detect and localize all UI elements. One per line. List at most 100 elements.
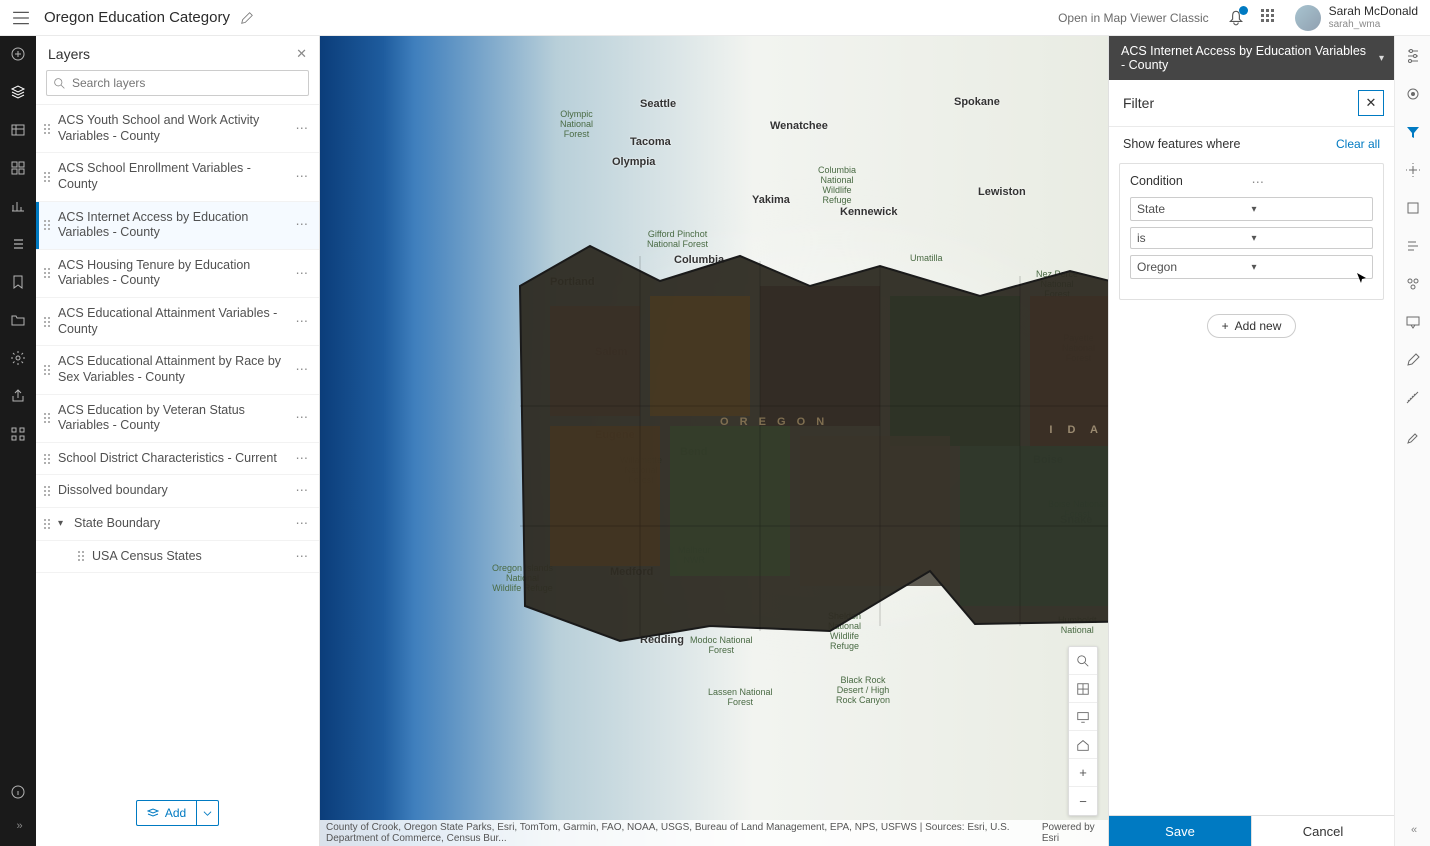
list-icon[interactable] [10, 236, 26, 252]
map-search-button[interactable] [1069, 647, 1097, 675]
layer-item[interactable]: ACS Education by Veteran Status Variable… [36, 395, 319, 443]
forest-label: OlympicNationalForest [560, 110, 593, 140]
search-layers-input[interactable] [72, 76, 302, 90]
settings-gear-icon[interactable] [10, 350, 26, 366]
grid-icon[interactable] [10, 426, 26, 442]
info-icon[interactable] [10, 784, 26, 800]
add-icon[interactable] [10, 46, 26, 62]
sliders-icon[interactable] [1405, 48, 1421, 64]
layer-item[interactable]: ACS Educational Attainment Variables - C… [36, 298, 319, 346]
filter-value-select[interactable]: Oregon ▾ [1130, 255, 1373, 279]
extent-button[interactable] [1069, 703, 1097, 731]
layer-more-icon[interactable]: ⋯ [292, 362, 314, 378]
filter-layer-header[interactable]: ACS Internet Access by Education Variabl… [1109, 36, 1394, 80]
add-condition-button[interactable]: + Add new [1207, 314, 1297, 338]
layer-item[interactable]: ACS Housing Tenure by Education Variable… [36, 250, 319, 298]
popups-icon[interactable] [1405, 314, 1421, 330]
folder-icon[interactable] [10, 312, 26, 328]
drag-handle-icon[interactable] [44, 454, 52, 464]
chevron-down-icon[interactable]: ▾ [58, 518, 68, 531]
edit-icon[interactable] [1405, 352, 1421, 368]
layer-more-icon[interactable]: ⋯ [292, 483, 314, 499]
basemap-icon[interactable] [1405, 200, 1421, 216]
drag-handle-icon[interactable] [44, 486, 52, 496]
bookmark-icon[interactable] [10, 274, 26, 290]
filter-icon[interactable] [1405, 124, 1421, 140]
chevron-down-icon [203, 809, 212, 818]
tools-icon[interactable] [1405, 428, 1421, 444]
layer-item[interactable]: USA Census States⋯ [36, 541, 319, 574]
map-canvas[interactable]: SeattleTacomaOlympiaWenatcheeYakimaKenne… [320, 36, 1108, 846]
chevron-down-icon[interactable]: ▾ [1379, 53, 1384, 64]
oregon-shape [510, 226, 1108, 646]
layer-more-icon[interactable]: ⋯ [292, 266, 314, 282]
notifications-button[interactable] [1227, 9, 1245, 27]
layer-more-icon[interactable]: ⋯ [292, 451, 314, 467]
app-launcher-icon[interactable] [1261, 9, 1279, 27]
drag-handle-icon[interactable] [44, 365, 52, 375]
widgets-icon[interactable] [10, 160, 26, 176]
layer-more-icon[interactable]: ⋯ [292, 217, 314, 233]
share-icon[interactable] [10, 388, 26, 404]
drag-handle-icon[interactable] [44, 317, 52, 327]
table-icon[interactable] [10, 122, 26, 138]
layer-label: ACS Education by Veteran Status Variable… [58, 403, 286, 434]
search-input-wrapper[interactable] [46, 70, 309, 96]
layer-item[interactable]: School District Characteristics - Curren… [36, 443, 319, 476]
zoom-out-button[interactable]: − [1069, 787, 1097, 815]
drag-handle-icon[interactable] [44, 124, 52, 134]
layer-item[interactable]: ▾ State Boundary ⋯ [36, 508, 319, 541]
layer-label: State Boundary [74, 516, 286, 532]
layer-more-icon[interactable]: ⋯ [292, 314, 314, 330]
drag-handle-icon[interactable] [78, 551, 86, 561]
collapse-rail-icon[interactable]: « [1411, 824, 1414, 836]
layer-more-icon[interactable]: ⋯ [292, 549, 314, 565]
layer-more-icon[interactable]: ⋯ [292, 410, 314, 426]
map-style-icon[interactable] [1405, 86, 1421, 102]
city-label: Wenatchee [770, 120, 828, 132]
menu-icon[interactable] [12, 9, 30, 27]
drag-handle-icon[interactable] [44, 172, 52, 182]
layer-more-icon[interactable]: ⋯ [292, 121, 314, 137]
save-button[interactable]: Save [1109, 816, 1251, 846]
zoom-in-button[interactable]: + [1069, 759, 1097, 787]
measure-icon[interactable] [1405, 390, 1421, 406]
filter-heading: Filter [1123, 95, 1358, 111]
layer-item[interactable]: ACS Educational Attainment by Race by Se… [36, 346, 319, 394]
drag-handle-icon[interactable] [44, 519, 52, 529]
city-label: Spokane [954, 96, 1000, 108]
layer-item[interactable]: ACS Internet Access by Education Variabl… [36, 202, 319, 250]
home-button[interactable] [1069, 731, 1097, 759]
clear-all-link[interactable]: Clear all [1336, 137, 1380, 151]
drag-handle-icon[interactable] [44, 268, 52, 278]
top-bar: Oregon Education Category Open in Map Vi… [0, 0, 1430, 36]
layer-item[interactable]: ACS School Enrollment Variables - County… [36, 153, 319, 201]
layer-label: ACS Internet Access by Education Variabl… [58, 210, 286, 241]
chart-icon[interactable] [10, 198, 26, 214]
layer-item[interactable]: ACS Youth School and Work Activity Varia… [36, 105, 319, 153]
add-layer-dropdown[interactable] [196, 801, 218, 825]
add-layer-button[interactable]: Add [136, 800, 219, 826]
drag-handle-icon[interactable] [44, 220, 52, 230]
layer-item[interactable]: Dissolved boundary⋯ [36, 475, 319, 508]
label-icon[interactable] [1405, 238, 1421, 254]
aggregate-icon[interactable] [1405, 276, 1421, 292]
open-classic-link[interactable]: Open in Map Viewer Classic [1058, 11, 1209, 25]
pencil-icon[interactable] [240, 11, 254, 25]
cancel-button[interactable]: Cancel [1251, 816, 1394, 846]
layers-icon[interactable] [10, 84, 26, 100]
expand-rail-icon[interactable]: » [16, 820, 19, 832]
basemap-button[interactable] [1069, 675, 1097, 703]
condition-label: Condition [1130, 174, 1252, 189]
layer-more-icon[interactable]: ⋯ [292, 169, 314, 185]
filter-operator-select[interactable]: is ▾ [1130, 227, 1373, 249]
filter-field-select[interactable]: State ▾ [1130, 197, 1373, 221]
close-icon[interactable]: ✕ [296, 46, 307, 62]
user-avatar[interactable] [1295, 5, 1321, 31]
light-icon[interactable] [1405, 162, 1421, 178]
drag-handle-icon[interactable] [44, 413, 52, 423]
layer-more-icon[interactable]: ⋯ [292, 516, 314, 532]
condition-more-icon[interactable]: ⋯ [1252, 174, 1374, 189]
user-info[interactable]: Sarah McDonald sarah_wma [1329, 5, 1418, 29]
close-filter-button[interactable]: ✕ [1358, 90, 1384, 116]
